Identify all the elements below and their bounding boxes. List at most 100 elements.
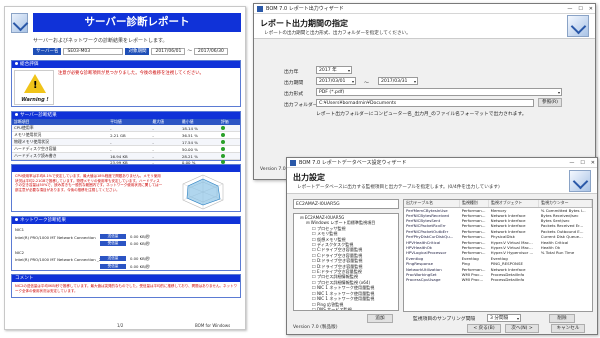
grid-row[interactable]: PerfNICPacketRcvErr Performan... Network I… — [404, 223, 592, 228]
next-button[interactable]: 次へ(N) > — [505, 324, 539, 333]
grid-row[interactable]: PerfMemCBytesInUse Performan... Memory% Co… — [404, 207, 592, 213]
wizard-logo-icon — [569, 170, 591, 192]
summary-heading: 総合評価 — [12, 61, 240, 68]
status-ok-icon — [218, 131, 240, 139]
network-section: ネットワーク診断結果 NIC1 Intel(R) PRO/1000 MT Netw… — [11, 216, 241, 271]
report-subtitle: サーバーおよびネットワークの診断結果をレポートします。 — [33, 38, 168, 44]
bullet-icon — [15, 113, 18, 116]
ok-dot-icon — [220, 139, 225, 144]
period-to-select[interactable]: 2017/03/31 ▾ — [378, 77, 418, 85]
maximize-icon[interactable]: ☐ — [580, 158, 584, 168]
nic-name: NIC2 — [15, 249, 25, 255]
metric-badge: 送信量 — [100, 256, 126, 261]
sampling-interval-select[interactable]: 3 分間隔 ▾ — [487, 314, 521, 322]
radar-chart — [182, 174, 224, 210]
monitor-tree[interactable]: ⊟ EC2AMAZ-I0UAR5G ⊟ Windows レポート用標準監視項目 ☐ … — [293, 213, 399, 311]
footer-brand: BOM for Windows — [195, 323, 231, 328]
grid-row[interactable]: PerfPhyDiskCurDiskQu... Performan... Physi… — [404, 234, 592, 239]
version-label: Version 7.0 (製品版) — [293, 325, 338, 330]
tree-item[interactable]: ☐ DNS サービス監視 — [296, 307, 396, 310]
table-row: ハードディスク読み書き 16.94 KB -28.21 % — [12, 152, 240, 160]
warning-label: Warning ! — [21, 97, 49, 103]
analysis-paragraph: CPU使用率は平均8.1%で安定しています。最大値は18%程度で問題ありません。… — [15, 174, 163, 192]
server-name-value: SE03-M03 — [63, 47, 124, 55]
col-monitor-counter[interactable]: 監視カウンター — [538, 200, 592, 208]
radar-series — [186, 178, 221, 206]
grid-cell: ProcessDetailInfo — [490, 277, 525, 283]
grid-row[interactable]: ProcessCpuUsage WMI Proc... ProcessDetailI… — [404, 277, 592, 282]
grid-cell: PerfPhyDiskCurDiskQu... — [406, 234, 454, 240]
grid-cell: Performan... — [461, 218, 486, 224]
grid-row[interactable]: PerfNICBytesReceived Performan... Network … — [404, 213, 592, 218]
server-diagnosis-section: サーバー診断結果 診断項目 平均値 最大値 最小値 評価 CPU使用率 - -18.… — [11, 111, 241, 166]
period-from-select[interactable]: 2017/03/01 ▾ — [316, 77, 356, 85]
server-diagnosis-heading: サーバー診断結果 — [12, 112, 240, 119]
tree-item-label: D:ドライブ空き容量監視 — [316, 258, 363, 264]
tree-item-label: NIC 1 ネットワーク使用量監視 — [316, 285, 375, 291]
col-monitor-object[interactable]: 監視オブジェクト — [488, 200, 540, 208]
table-cell: 50.00 % — [179, 145, 219, 153]
analysis-heading — [12, 165, 240, 172]
tree-item-label: メモリ監視 — [316, 231, 338, 237]
year-select[interactable]: 2017 年 ▾ — [316, 66, 352, 74]
col-table-name[interactable]: 出力テーブル名 — [404, 200, 461, 208]
tree-item-label: D:ドライブ空き容量監視 — [316, 263, 363, 269]
format-select[interactable]: PDF (*.pdf) ▾ — [316, 88, 562, 96]
table-cell: - — [150, 152, 180, 160]
metric-value: 0.00 KB/秒 — [130, 241, 150, 246]
period-separator: 〜 — [364, 81, 369, 86]
grid-row[interactable]: HPVHealthCritical Performan... Hyper-V Vir… — [404, 239, 592, 245]
table-row: 物理メモリ使用状況 - -17.54 % — [12, 138, 240, 146]
network-comment-section: コメント NIC2の送信量は平均0KB/秒で推移しています。最大値は突発的なもの… — [11, 274, 241, 298]
wizard-heading: レポート出力期間の指定 — [260, 19, 348, 28]
close-icon[interactable]: ✕ — [591, 158, 595, 168]
grid-row[interactable]: HPVLogicalProcessor Performan... Hyper-V H… — [404, 250, 592, 255]
wizard-description: レポートデータベースに出力する監視項目と出力テーブルを指定します。(0/4件を出… — [297, 185, 500, 190]
metric-value: 0.00 KB/秒 — [130, 263, 150, 269]
table-cell: - — [108, 138, 151, 146]
bom-logo-icon — [11, 13, 28, 33]
wizard-logo-icon — [567, 15, 589, 37]
browse-button[interactable]: 参照(R) — [538, 98, 562, 107]
grid-cell: Performan... — [461, 212, 486, 218]
db-settings-wizard: BOM 7.0 レポートデータベース設定ウィザード — ☐ ✕ 出力設定 レポー… — [286, 157, 598, 335]
metric-badge: 受信量 — [100, 263, 126, 269]
table-cell: 28.21 % — [179, 152, 219, 160]
period-sep: 〜 — [187, 49, 192, 54]
metric-badge: 送信量 — [100, 233, 126, 239]
folder-input[interactable]: C:¥Users¥bomadmin¥Documents — [316, 99, 534, 107]
table-cell: 物理メモリ使用状況 — [12, 138, 109, 146]
minimize-icon[interactable]: — — [569, 158, 574, 168]
output-table-grid[interactable]: 出力テーブル名 監視種別 監視オブジェクト 監視カウンター PerfMemCBy… — [403, 199, 593, 312]
tree-item-label: Windows レポート用標準監視項目 — [310, 220, 376, 226]
back-button[interactable]: < 戻る(B) — [467, 324, 501, 333]
analysis-section: CPU使用率は平均8.1%で安定しています。最大値は18%程度で問題ありません。… — [11, 164, 241, 212]
machine-select[interactable]: EC2AMAZ-I0UAR5G — [293, 199, 399, 209]
col-monitor-type[interactable]: 監視種別 — [459, 200, 490, 208]
cancel-button[interactable]: キャンセル — [551, 324, 585, 333]
bullet-icon — [15, 218, 18, 221]
maximize-icon[interactable]: ☐ — [578, 4, 582, 14]
folder-note: レポート出力フォルダーにコンピューター名_出力月_のファイル名フォーマットで出力… — [316, 112, 527, 117]
grid-cell: Hyper-V Hypervisor ... — [490, 250, 534, 256]
table-cell: 16.94 KB — [108, 152, 151, 160]
sampling-interval-label: 監視項目のサンプリング間隔 — [413, 317, 476, 322]
grid-cell: Performan... — [461, 223, 486, 229]
period-from: 2017/06/01 — [151, 47, 186, 55]
add-button[interactable]: 追加 — [367, 314, 393, 323]
report-page: サーバー診断レポート サーバーおよびネットワークの診断結果をレポートします。 サ… — [4, 6, 246, 330]
status-ok-icon — [218, 152, 240, 160]
table-cell: - — [150, 138, 180, 146]
delete-button[interactable]: 削除 — [549, 314, 575, 323]
server-name-label: サーバー名 — [33, 47, 62, 55]
minimize-icon[interactable]: — — [567, 4, 572, 14]
grid-row[interactable]: PerfNICBytesSent Performan... Network Inte… — [404, 218, 592, 223]
ok-dot-icon — [220, 125, 225, 130]
warning-badge: ! Warning ! — [14, 70, 54, 105]
close-icon[interactable]: ✕ — [589, 4, 593, 14]
version-label: Version 7.0 — [260, 167, 286, 172]
nic-name: Intel(R) PRO/1000 MT Network Connection … — [15, 257, 102, 262]
grid-row[interactable]: PerfNICPacketOutbErr Performan... Network … — [404, 229, 592, 234]
table-cell: - — [108, 145, 151, 153]
network-row: 受信量 0.00 KB/秒 — [12, 263, 240, 274]
